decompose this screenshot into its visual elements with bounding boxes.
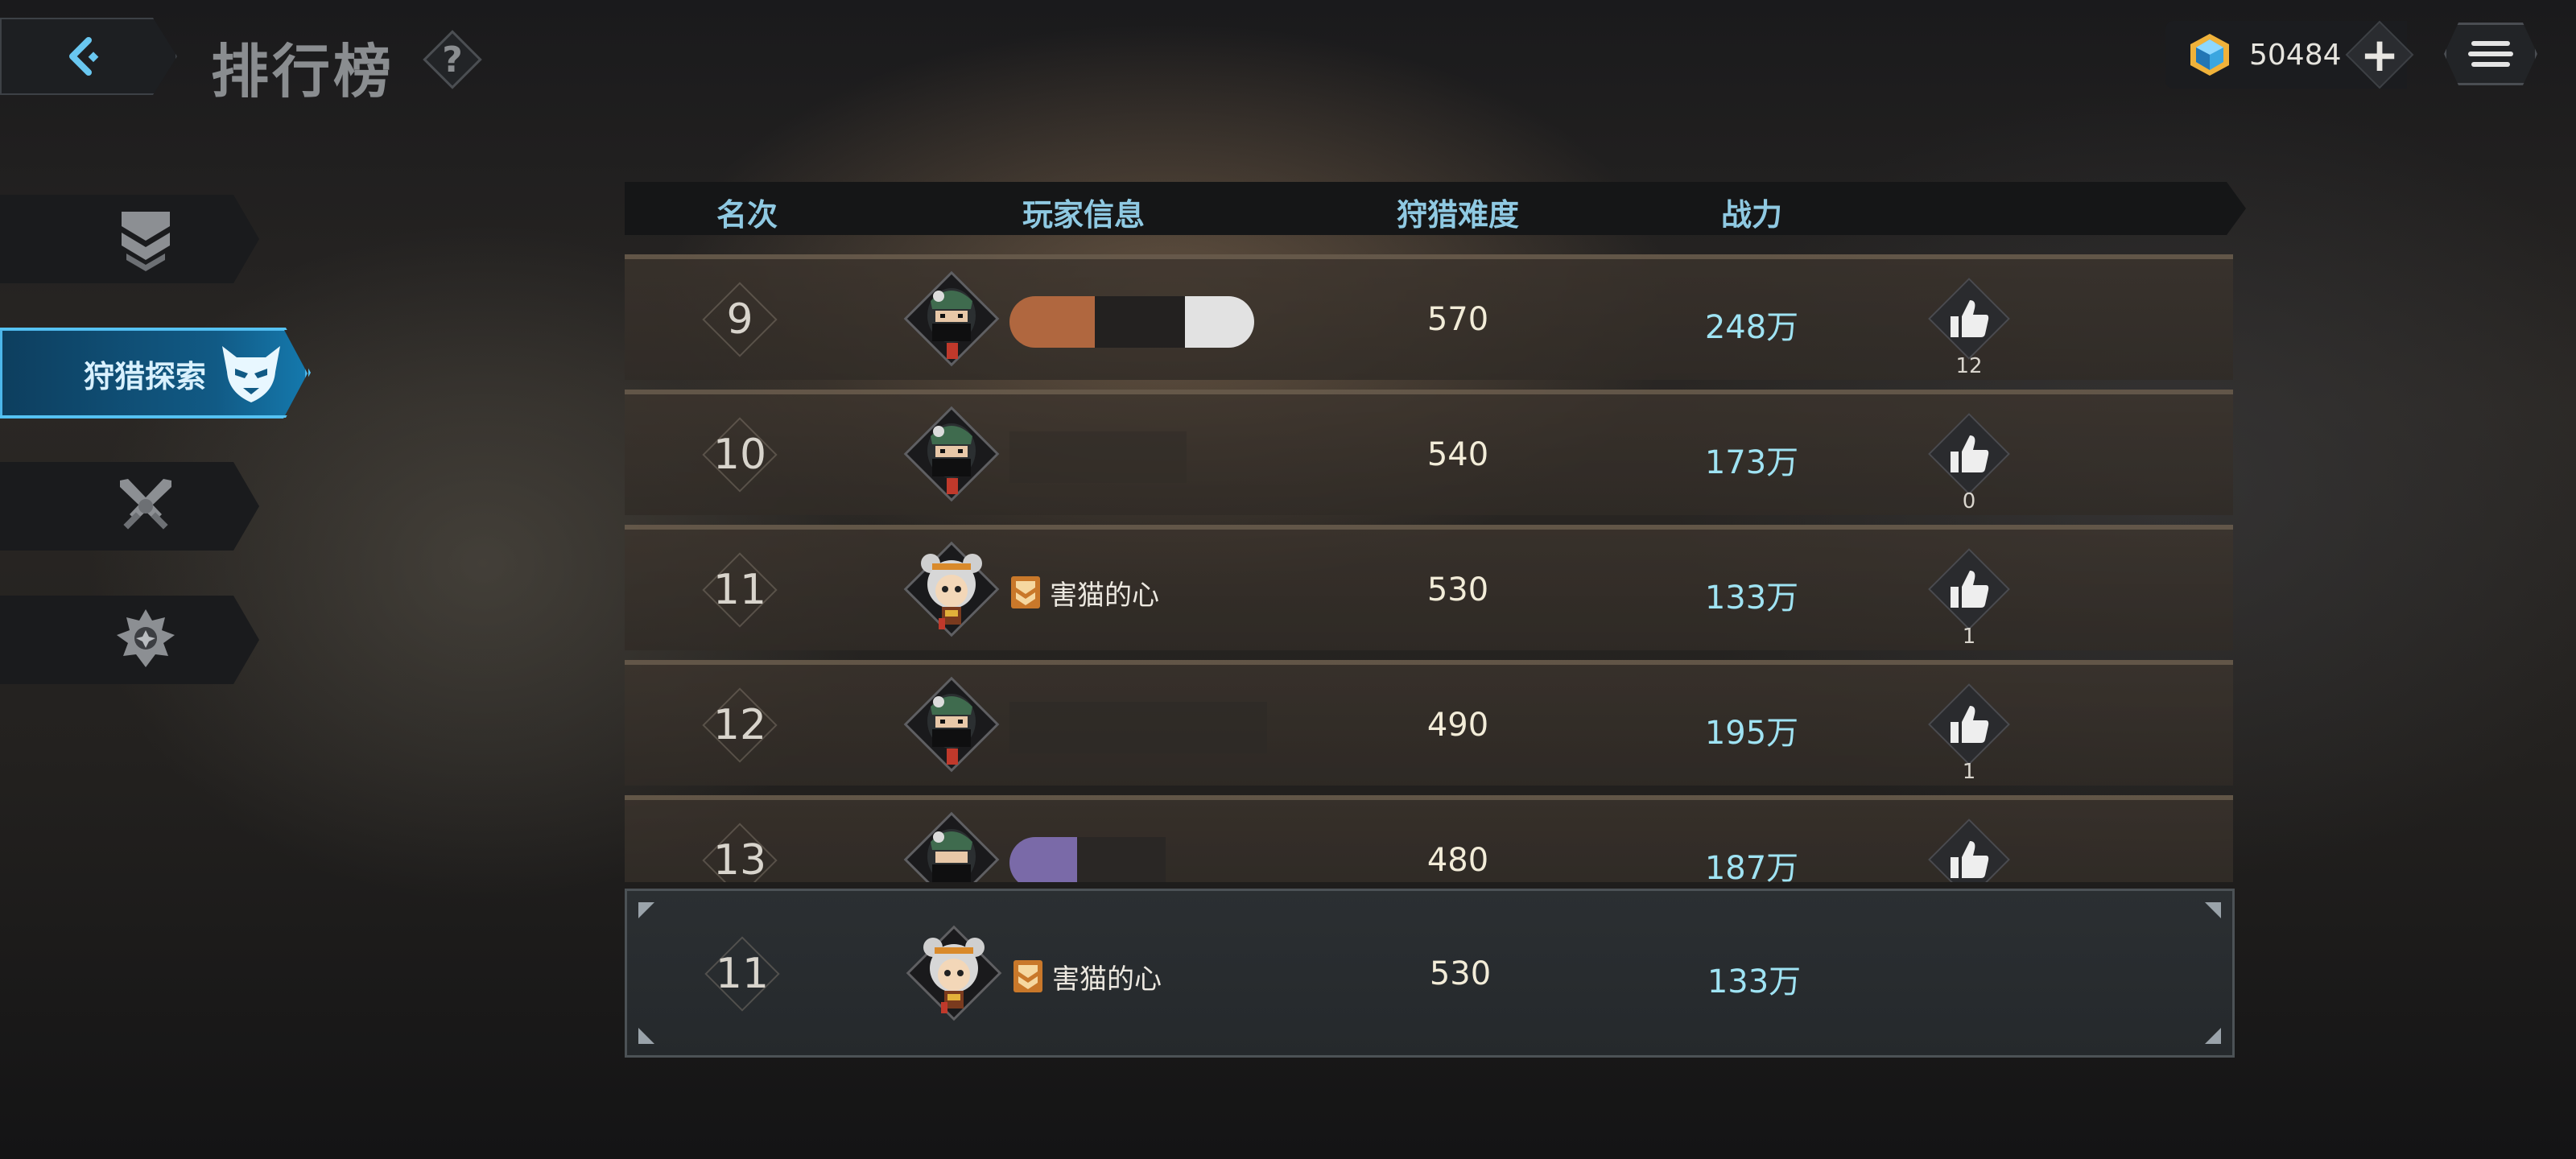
thumbs-up-icon: [1951, 300, 1989, 337]
crest-emblem-icon: [117, 609, 175, 667]
player-name: [1009, 702, 1267, 753]
back-button[interactable]: [0, 18, 177, 95]
my-name: 害猫的心: [1012, 951, 1162, 1002]
hunt-difficulty: 490: [1426, 707, 1489, 744]
hunt-difficulty: 570: [1426, 301, 1489, 338]
rank-number: 9: [726, 295, 753, 344]
chevron-rank-icon: [122, 212, 170, 271]
sidebar-tab-guild[interactable]: [0, 596, 259, 684]
girl-avatar-icon: [923, 938, 985, 1013]
my-combat-power: 133万: [1707, 963, 1802, 1000]
ninja-avatar-icon: [927, 423, 976, 494]
help-icon: ?: [442, 39, 463, 80]
my-hunt-difficulty: 530: [1429, 955, 1492, 992]
like-count: 1: [1962, 760, 1976, 784]
crystal-currency-icon: [2190, 34, 2229, 76]
player-name-text: 害猫的心: [1050, 579, 1159, 612]
like-button[interactable]: [1927, 683, 2011, 766]
ninja-avatar-icon: [927, 829, 976, 882]
hunt-difficulty: 530: [1426, 571, 1489, 608]
column-header-difficulty: 狩猎难度: [1396, 197, 1520, 233]
rank-number: 10: [712, 431, 767, 479]
like-count: 0: [1962, 489, 1976, 514]
ranking-list[interactable]: 9 570 248万 12 10 540 173万 0 11 害猫的心 530 …: [625, 254, 2233, 882]
like-count: 1: [1962, 625, 1976, 649]
table-row[interactable]: 9 570 248万 12: [625, 254, 2233, 380]
ninja-avatar-icon: [927, 288, 976, 359]
table-header: 名次 玩家信息 狩猎难度 战力: [625, 182, 2246, 235]
like-button[interactable]: [1927, 818, 2011, 882]
rank-number: 11: [712, 566, 767, 614]
player-avatar[interactable]: [903, 541, 1000, 637]
player-name: [1009, 837, 1166, 882]
combat-power: 133万: [1704, 580, 1799, 617]
player-name: 害猫的心: [1009, 567, 1159, 618]
thumbs-up-icon: [1951, 841, 1989, 878]
hunt-difficulty: 540: [1426, 436, 1489, 473]
rank-cell: 10: [702, 417, 778, 493]
table-row[interactable]: 12 490 195万 1: [625, 660, 2233, 786]
player-avatar[interactable]: [903, 406, 1000, 502]
thumbs-up-icon: [1951, 435, 1989, 472]
player-avatar[interactable]: [903, 811, 1000, 882]
rank-number: 13: [712, 836, 767, 882]
rank-cell: 11: [702, 552, 778, 628]
sidebar-tab-hunt-explore[interactable]: 狩猎探索: [0, 328, 308, 419]
rank-cell: 13: [702, 823, 778, 882]
crossed-swords-icon: [120, 479, 171, 530]
combat-power: 195万: [1704, 715, 1799, 752]
help-button[interactable]: ?: [423, 30, 482, 89]
hunt-difficulty: 480: [1426, 842, 1489, 879]
thumbs-up-icon: [1951, 571, 1989, 608]
combat-power: 187万: [1704, 850, 1799, 882]
like-count: 12: [1955, 354, 1983, 378]
sidebar-tab-battle[interactable]: [0, 462, 259, 551]
my-avatar[interactable]: [906, 925, 1002, 1021]
player-avatar[interactable]: [903, 270, 1000, 367]
my-rank-number: 11: [715, 950, 770, 998]
hamburger-menu-icon: [2468, 41, 2513, 67]
table-row[interactable]: 13 480 187万: [625, 795, 2233, 882]
girl-avatar-icon: [921, 554, 982, 629]
rank-cell: 11: [704, 936, 780, 1012]
table-row[interactable]: 10 540 173万 0: [625, 390, 2233, 515]
player-avatar[interactable]: [903, 676, 1000, 773]
rank-chevron-badge-icon: [1013, 960, 1042, 992]
like-button[interactable]: [1927, 412, 2011, 496]
rank-number: 12: [712, 701, 767, 749]
my-name-text: 害猫的心: [1052, 963, 1162, 996]
menu-button[interactable]: [2444, 23, 2537, 85]
rank-cell: 9: [702, 282, 778, 357]
like-button[interactable]: [1927, 277, 2011, 361]
column-header-player: 玩家信息: [1022, 197, 1146, 233]
add-currency-button[interactable]: +: [2345, 20, 2414, 89]
currency-amount: 50484: [2249, 38, 2342, 72]
combat-power: 173万: [1704, 444, 1799, 481]
page-title: 排行榜: [211, 38, 395, 105]
rank-chevron-badge-icon: [1011, 576, 1040, 608]
back-arrow-icon: [69, 37, 99, 76]
combat-power: 248万: [1704, 309, 1799, 346]
like-button[interactable]: [1927, 547, 2011, 631]
sidebar-tab-label: 狩猎探索: [84, 358, 207, 394]
my-rank-row: 11 害猫的心 530 133万: [625, 889, 2235, 1058]
column-header-power: 战力: [1720, 197, 1783, 233]
player-name: [1009, 431, 1187, 483]
plus-icon: +: [2359, 27, 2400, 82]
sidebar-tab-rank[interactable]: [0, 195, 259, 283]
player-name: [1009, 296, 1254, 348]
demon-mask-icon: [222, 346, 281, 402]
rank-cell: 12: [702, 687, 778, 763]
ninja-avatar-icon: [927, 694, 976, 765]
thumbs-up-icon: [1951, 706, 1989, 743]
column-header-rank: 名次: [716, 197, 778, 233]
table-row[interactable]: 11 害猫的心 530 133万 1: [625, 525, 2233, 650]
